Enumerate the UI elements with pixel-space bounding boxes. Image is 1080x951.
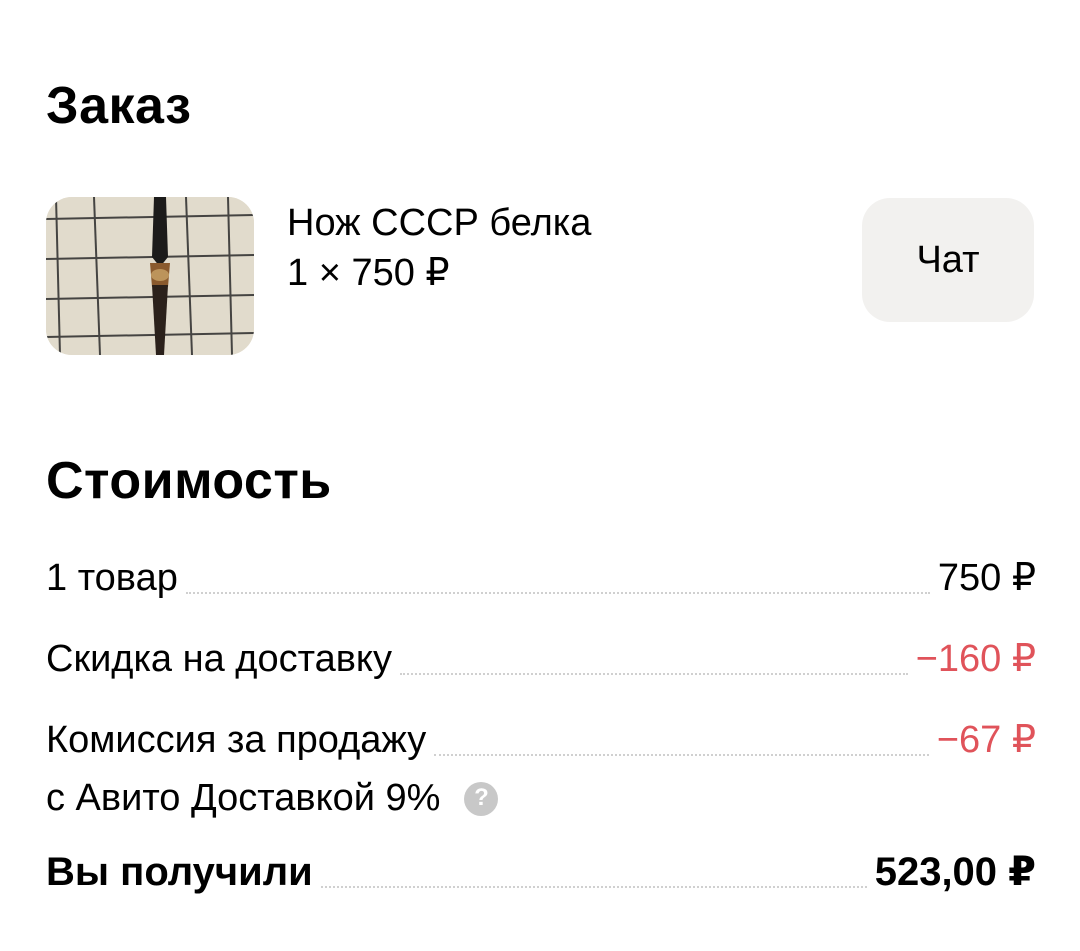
- delivery-discount-label: Скидка на доставку: [46, 638, 392, 680]
- product-thumbnail[interactable]: [46, 197, 254, 355]
- items-value: 750 ₽: [937, 557, 1036, 599]
- order-details-page: Заказ Нож СССР белка 1 × 750 ₽ Чат Стоим…: [0, 0, 1080, 951]
- product-name[interactable]: Нож СССР белка: [287, 201, 591, 247]
- commission-label: Комиссия за продажу: [46, 719, 427, 761]
- dotted-leader: [434, 753, 929, 756]
- items-label: 1 товар: [46, 557, 178, 599]
- dotted-leader: [399, 672, 908, 675]
- total-value: 523,00 ₽: [874, 850, 1036, 894]
- cost-row-commission: Комиссия за продажу −67 ₽: [46, 718, 1036, 764]
- question-circle-icon[interactable]: ?: [464, 781, 499, 816]
- total-label: Вы получили: [46, 850, 313, 894]
- dotted-leader: [185, 591, 930, 594]
- commission-label-line2: с Авито Доставкой 9%: [46, 777, 441, 819]
- commission-label-continuation: с Авито Доставкой 9% ?: [46, 776, 499, 822]
- knife-photo-image: [46, 197, 254, 355]
- dotted-leader: [320, 886, 867, 888]
- commission-value: −67 ₽: [936, 719, 1036, 761]
- product-quantity-price: 1 × 750 ₽: [287, 252, 450, 294]
- order-section-title: Заказ: [46, 77, 192, 135]
- cost-row-delivery-discount: Скидка на доставку −160 ₽: [46, 637, 1036, 683]
- cost-row-total: Вы получили 523,00 ₽: [46, 848, 1036, 896]
- cost-section-title: Стоимость: [46, 452, 332, 510]
- cost-row-items: 1 товар 750 ₽: [46, 556, 1036, 602]
- chat-button[interactable]: Чат: [862, 198, 1034, 322]
- delivery-discount-value: −160 ₽: [915, 638, 1036, 680]
